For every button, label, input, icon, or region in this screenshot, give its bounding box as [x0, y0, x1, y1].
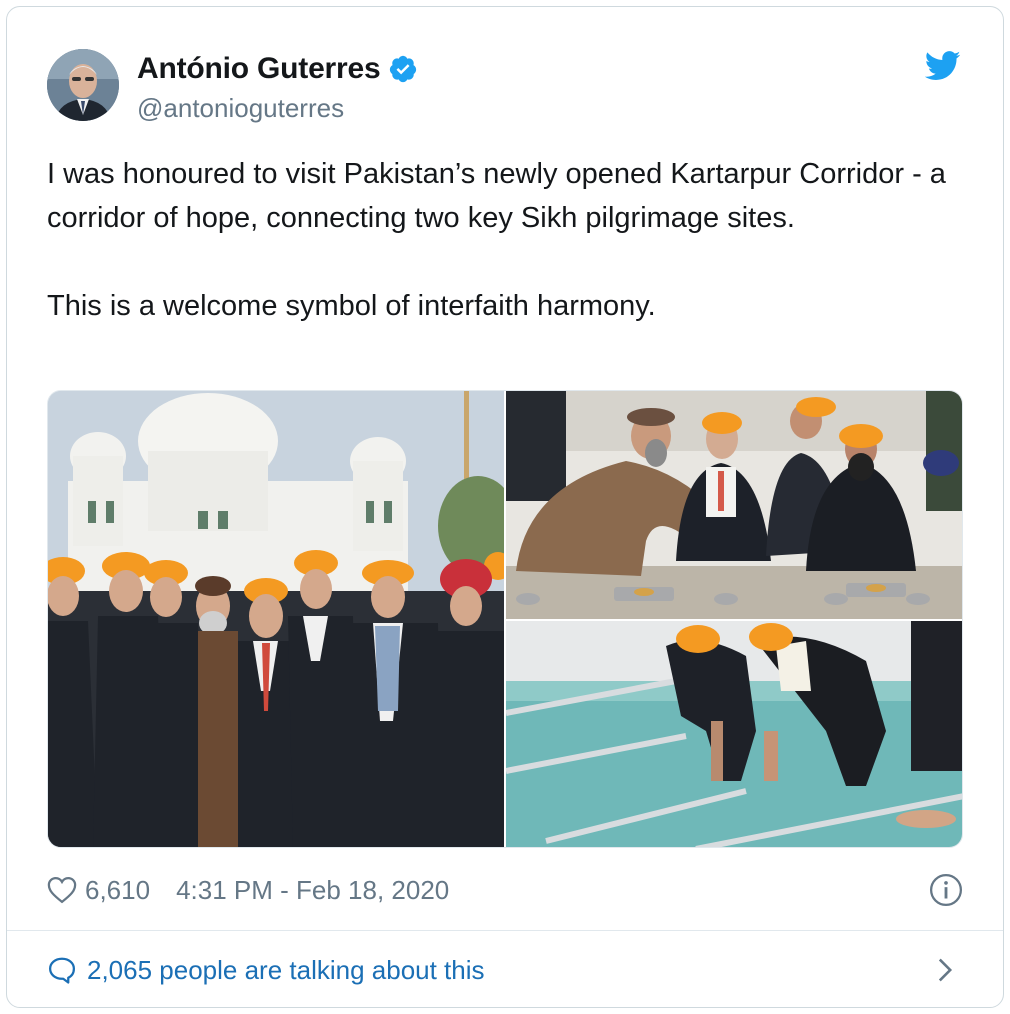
speech-bubble-icon: [49, 957, 75, 984]
tweet-card: António Guterres @antonioguterres I was …: [6, 6, 1004, 1008]
conversation-link[interactable]: 2,065 people are talking about this: [47, 952, 485, 988]
photo-gurdwara-group[interactable]: [48, 391, 504, 847]
author-handle[interactable]: @antonioguterres: [137, 93, 344, 124]
author-display-name[interactable]: António Guterres: [137, 52, 381, 86]
photo-sacred-pool[interactable]: [506, 621, 962, 847]
media-grid: [47, 390, 963, 848]
like-count[interactable]: 6,610: [85, 875, 150, 906]
author-name-row[interactable]: António Guterres: [137, 51, 418, 87]
tweet-meta-row: 6,610 4:31 PM - Feb 18, 2020: [47, 873, 449, 907]
avatar[interactable]: [47, 49, 119, 121]
twitter-bird-icon[interactable]: [925, 51, 961, 81]
photo-seated-meal[interactable]: [506, 391, 962, 619]
divider: [7, 930, 1003, 931]
heart-icon[interactable]: [47, 876, 77, 904]
conversation-count-label[interactable]: 2,065 people are talking about this: [87, 955, 485, 986]
tweet-text: I was honoured to visit Pakistan’s newly…: [47, 152, 977, 328]
tweet-timestamp[interactable]: 4:31 PM - Feb 18, 2020: [176, 875, 449, 906]
tweet-paragraph: I was honoured to visit Pakistan’s newly…: [47, 158, 946, 234]
tweet-paragraph: This is a welcome symbol of interfaith h…: [47, 290, 656, 322]
chevron-right-icon[interactable]: [935, 957, 955, 983]
info-icon[interactable]: [929, 873, 963, 907]
verified-badge-icon: [390, 55, 417, 83]
